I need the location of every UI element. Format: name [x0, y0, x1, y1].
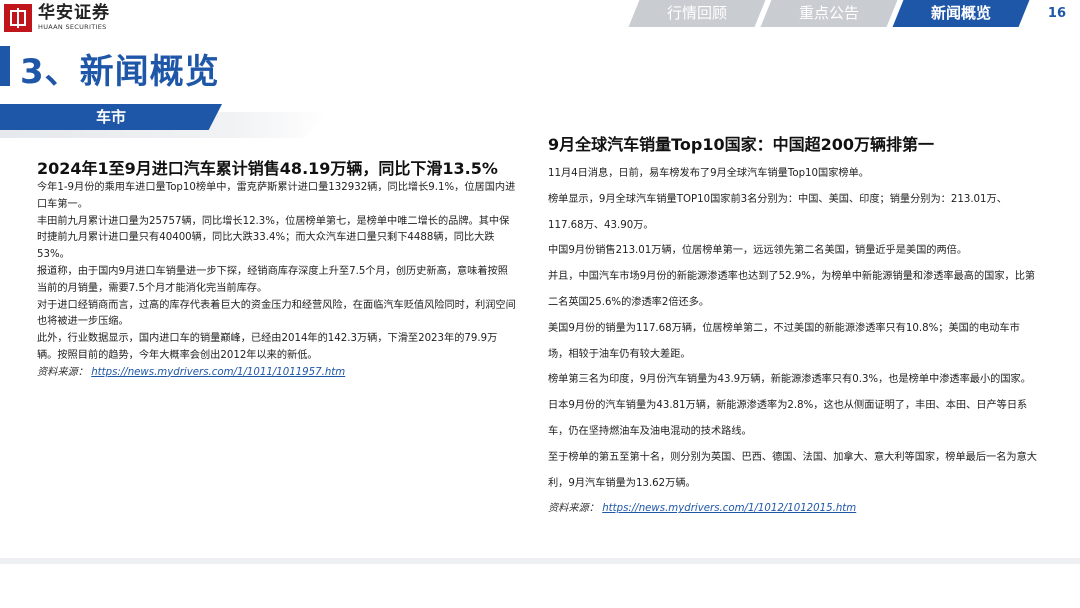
tab-news-overview[interactable]: 新闻概览: [892, 0, 1030, 27]
page-number: 16: [1047, 6, 1066, 21]
right-article-source-link[interactable]: https://news.mydrivers.com/1/1012/101201…: [602, 503, 856, 514]
paragraph: 报道称，由于国内9月进口车销量进一步下探，经销商库存深度上升至7.5个月，创历史…: [37, 265, 508, 294]
section-tabs: 行情回顾 重点公告 新闻概览: [620, 0, 1030, 28]
paragraph: 至于榜单的第五至第十名，则分别为英国、巴西、德国、法国、加拿大、意大利等国家，榜…: [548, 451, 1037, 489]
paragraph: 对于进口经销商而言，过高的库存代表着巨大的资金压力和经营风险，在面临汽车贬值风险…: [37, 299, 516, 328]
left-article-source: 资料来源： https://news.mydrivers.com/1/1011/…: [37, 366, 346, 378]
brand-name-cn: 华安证券: [38, 3, 110, 24]
right-article-body: 11月4日消息，日前，易车榜发布了9月全球汽车销量Top10国家榜单。 榜单显示…: [548, 161, 1038, 522]
right-article-headline: 9月全球汽车销量Top10国家：中国超200万辆排第一: [548, 135, 935, 154]
brand-logo: 华安证券 HUAAN SECURITIES: [4, 4, 110, 32]
paragraph: 并且，中国汽车市场9月份的新能源渗透率也达到了52.9%，为榜单中新能源销量和渗…: [548, 271, 1036, 308]
brand-name-en: HUAAN SECURITIES: [38, 23, 107, 32]
tab-market-review[interactable]: 行情回顾: [628, 0, 766, 27]
left-article-headline: 2024年1至9月进口汽车累计销售48.19万辆，同比下滑13.5%: [37, 159, 498, 178]
footer-divider: [0, 558, 1080, 564]
paragraph: 榜单显示，9月全球汽车销量TOP10国家前3名分别为：中国、美国、印度；销量分别…: [548, 193, 1007, 231]
title-accent-bar: [0, 46, 10, 86]
left-article-body: 今年1-9月份的乘用车进口量Top10榜单中，雷克萨斯累计进口量132932辆，…: [37, 180, 517, 382]
right-article-source: 资料来源： https://news.mydrivers.com/1/1012/…: [548, 503, 857, 515]
paragraph: 榜单第三名为印度，9月份汽车销量为43.9万辆，新能源渗透率只有0.3%，也是榜…: [548, 374, 1031, 386]
page-title: 3、新闻概览: [20, 52, 220, 92]
paragraph: 美国9月份的销量为117.68万辆，位居榜单第二，不过美国的新能源渗透率只有10…: [548, 322, 1020, 360]
brand-seal-icon: [4, 4, 32, 32]
left-article-source-link[interactable]: https://news.mydrivers.com/1/1011/101195…: [91, 367, 345, 378]
paragraph: 丰田前九月累计进口量为25757辆，同比增长12.3%，位居榜单第七，是榜单中唯…: [37, 215, 510, 261]
paragraph: 此外，行业数据显示，国内进口车的销量巅峰，已经由2014年的142.3万辆，下滑…: [37, 333, 498, 361]
paragraph: 今年1-9月份的乘用车进口量Top10榜单中，雷克萨斯累计进口量132932辆，…: [37, 182, 516, 210]
paragraph: 11月4日消息，日前，易车榜发布了9月全球汽车销量Top10国家榜单。: [548, 168, 869, 179]
tab-key-announcements[interactable]: 重点公告: [760, 0, 898, 27]
paragraph: 中国9月份销售213.01万辆，位居榜单第一，远远领先第二名美国，销量近乎是美国…: [548, 245, 968, 257]
paragraph: 日本9月份的汽车销量为43.81万辆，新能源渗透率为2.8%，这也从侧面证明了，…: [548, 400, 1028, 437]
section-tag: 车市: [0, 104, 222, 130]
